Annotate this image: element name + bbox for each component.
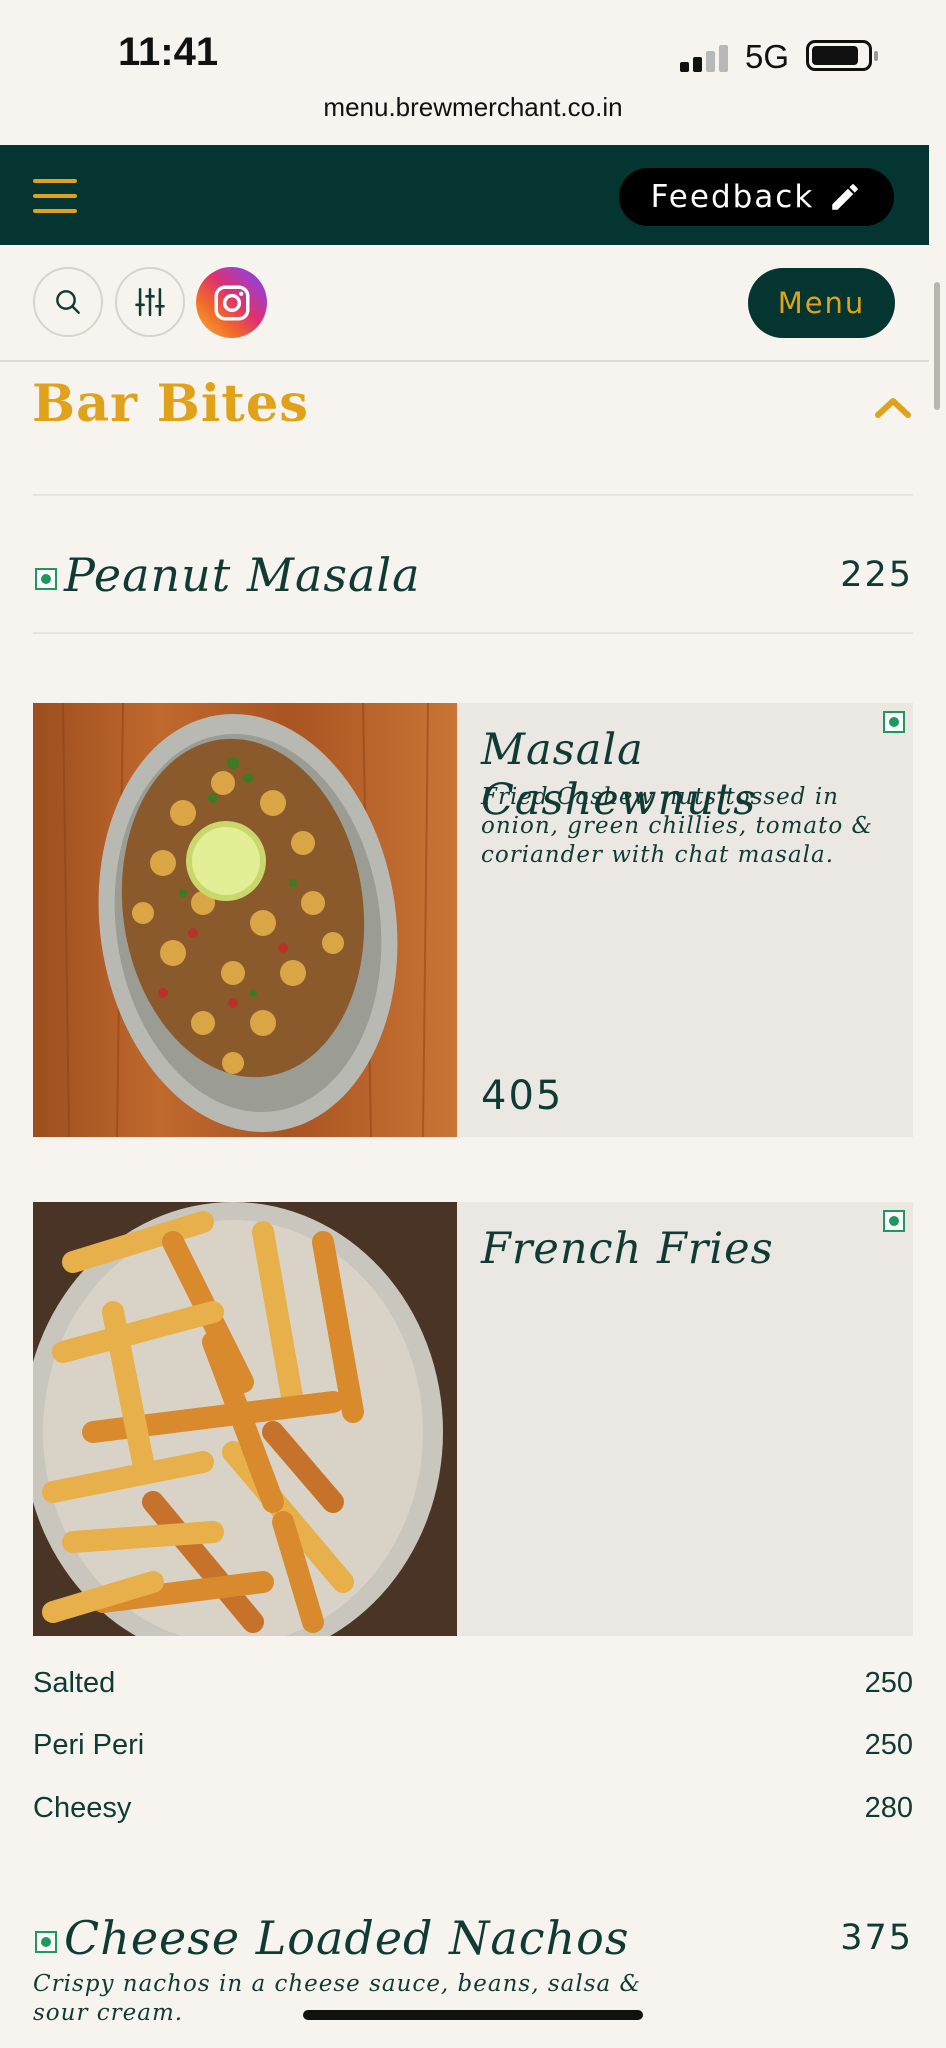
cashewnuts-image <box>33 703 457 1137</box>
veg-icon <box>35 568 57 590</box>
variant-name: Salted <box>33 1667 116 1699</box>
toolbar: Menu <box>0 245 929 362</box>
variant-row: Cheesy 280 <box>33 1792 913 1832</box>
address-bar-url[interactable]: menu.brewmerchant.co.in <box>0 92 946 123</box>
signal-icon <box>680 44 730 72</box>
veg-icon <box>883 1210 905 1232</box>
feedback-label: Feedback <box>650 179 815 215</box>
variant-price: 250 <box>864 1667 913 1699</box>
item-title: Peanut Masala <box>64 548 421 602</box>
status-time: 11:41 <box>118 30 219 74</box>
menu-item-card[interactable]: French Fries <box>33 1202 913 1636</box>
chevron-up-icon[interactable] <box>873 394 913 420</box>
variant-price: 250 <box>864 1729 913 1761</box>
filter-icon <box>135 287 165 317</box>
instagram-button[interactable] <box>196 267 267 338</box>
menu-item-card[interactable]: Masala Cashewnuts Fried Cashew nuts toss… <box>33 703 913 1137</box>
divider <box>33 632 913 634</box>
menu-button[interactable]: Menu <box>748 268 895 338</box>
veg-icon <box>35 1931 57 1953</box>
home-indicator[interactable] <box>303 2010 643 2020</box>
section-title[interactable]: Bar Bites <box>32 374 309 434</box>
search-button[interactable] <box>33 267 103 337</box>
variant-name: Cheesy <box>33 1792 132 1824</box>
item-price: 375 <box>840 1918 913 1958</box>
item-price: 225 <box>840 555 913 595</box>
item-title: Cheese Loaded Nachos <box>64 1911 630 1965</box>
variant-row: Peri Peri 250 <box>33 1729 913 1769</box>
french-fries-image <box>33 1202 457 1636</box>
item-title: French Fries <box>481 1224 774 1274</box>
divider <box>33 494 913 496</box>
instagram-icon <box>214 285 249 320</box>
pencil-icon <box>832 184 859 210</box>
status-bar: 11:41 5G menu.brewmerchant.co.in <box>0 0 946 145</box>
network-label: 5G <box>745 38 790 75</box>
item-description: Fried Cashew nuts tossed in onion, green… <box>481 784 874 868</box>
variant-name: Peri Peri <box>33 1729 145 1761</box>
menu-icon[interactable] <box>33 179 77 213</box>
item-price: 405 <box>481 1073 564 1119</box>
battery-icon <box>806 40 878 71</box>
scrollbar[interactable] <box>934 282 940 410</box>
top-bar: Feedback <box>0 145 929 245</box>
filter-button[interactable] <box>115 267 185 337</box>
variant-row: Salted 250 <box>33 1667 913 1707</box>
feedback-button[interactable]: Feedback <box>619 168 894 226</box>
variant-price: 280 <box>864 1792 913 1824</box>
search-icon <box>56 290 80 314</box>
